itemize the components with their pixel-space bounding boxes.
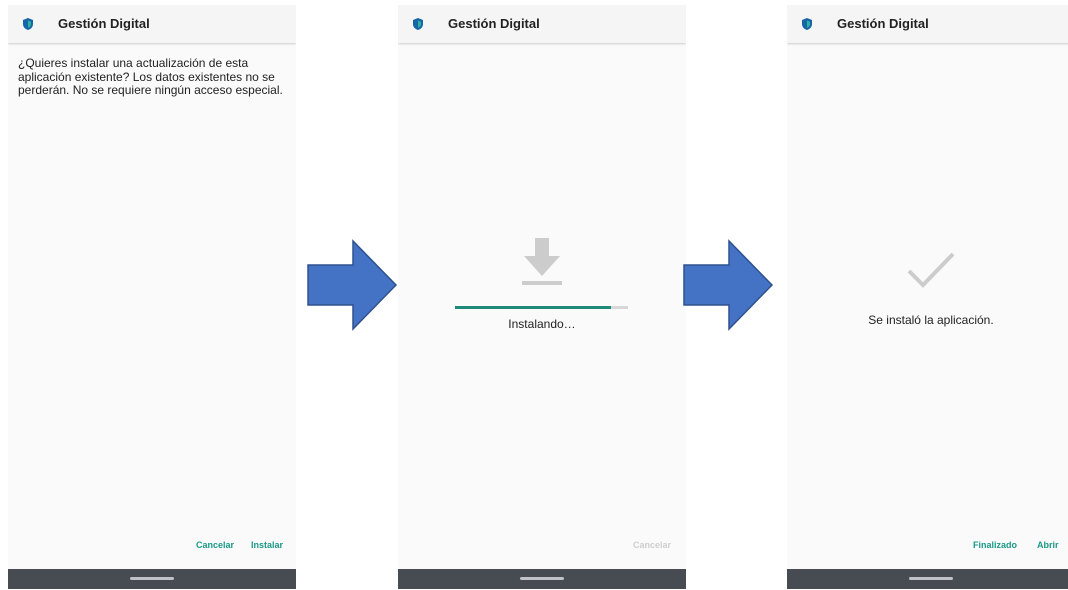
install-message: ¿Quieres instalar una actualización de e… xyxy=(18,56,283,97)
app-title: Gestión Digital xyxy=(837,16,929,31)
app-header: Gestión Digital xyxy=(8,5,296,43)
home-handle[interactable] xyxy=(909,577,953,580)
installed-screen: Gestión Digital Se instaló la aplicación… xyxy=(787,5,1068,589)
shield-icon xyxy=(802,18,812,30)
download-icon xyxy=(522,238,562,285)
shield-icon xyxy=(413,18,423,30)
done-button[interactable]: Finalizado xyxy=(973,540,1017,550)
cancel-button[interactable]: Cancelar xyxy=(196,540,234,550)
install-button[interactable]: Instalar xyxy=(251,540,283,550)
progress-fill xyxy=(455,306,611,309)
app-title: Gestión Digital xyxy=(448,16,540,31)
checkmark-icon xyxy=(907,252,955,288)
installing-status: Instalando… xyxy=(508,317,576,331)
app-header: Gestión Digital xyxy=(787,5,1068,43)
install-progress-bar xyxy=(455,306,628,309)
install-confirm-screen: Gestión Digital ¿Quieres instalar una ac… xyxy=(8,5,296,589)
navigation-bar xyxy=(787,569,1068,589)
app-header: Gestión Digital xyxy=(398,5,686,43)
arrow-right-icon xyxy=(683,239,774,331)
app-title: Gestión Digital xyxy=(58,16,150,31)
installed-status: Se instaló la aplicación. xyxy=(868,313,994,327)
home-handle[interactable] xyxy=(130,577,174,580)
installing-screen: Gestión Digital Instalando… Cancelar xyxy=(398,5,686,589)
shield-icon xyxy=(23,18,33,30)
home-handle[interactable] xyxy=(520,577,564,580)
arrow-right-icon xyxy=(307,239,398,331)
cancel-button[interactable]: Cancelar xyxy=(633,540,671,550)
open-button[interactable]: Abrir xyxy=(1037,540,1059,550)
navigation-bar xyxy=(398,569,686,589)
navigation-bar xyxy=(8,569,296,589)
